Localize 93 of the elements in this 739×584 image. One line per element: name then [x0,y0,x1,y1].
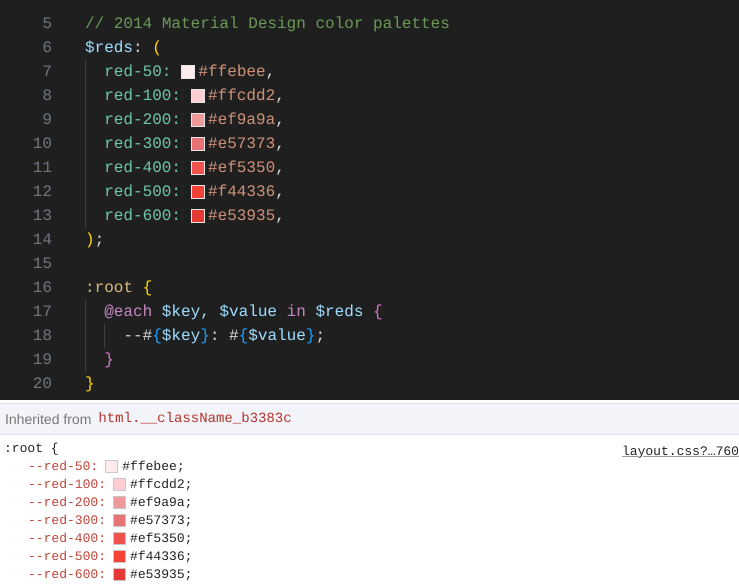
color-swatch[interactable] [113,568,126,580]
code-selector: :root [85,279,134,297]
property-name: --red-500: [28,548,106,564]
code-variable: $key [162,327,200,345]
property-value: #ef9a9a; [130,494,192,510]
code-keyword: in [286,303,306,321]
code-bracket: { [238,327,248,345]
color-swatch[interactable] [191,137,205,151]
property-name: --red-400: [28,530,106,546]
line-number: 17 [32,303,52,321]
code-bracket: { [372,303,383,321]
code-punctuation: , [275,111,285,129]
line-number: 14 [32,231,52,249]
line-number: 11 [32,159,52,177]
property-value: #ffcdd2; [130,476,192,492]
code-variable: $reds [314,303,364,321]
code-key: red-300: [104,135,181,153]
code-key: red-600: [104,207,181,225]
source-link[interactable]: layout.css?…760 [622,444,739,458]
code-bracket: } [306,327,316,345]
property-value: #e53935; [130,566,192,582]
code-bracket: ( [152,39,162,57]
inherited-selector[interactable]: html.__className_b3383c [98,411,292,427]
code-bracket: } [104,351,114,369]
code-comment: // 2014 Material Design color palettes [85,15,450,33]
color-swatch[interactable] [113,478,126,490]
code-value: #f44336 [208,183,276,201]
code-at-rule: @each [104,303,152,321]
line-number: 13 [32,207,52,225]
color-swatch[interactable] [191,89,205,103]
line-number: 6 [41,39,52,57]
code-punctuation: , [275,183,285,201]
color-swatch[interactable] [191,209,205,223]
inherited-label: Inherited from [5,411,92,427]
color-swatch[interactable] [113,514,126,526]
code-punctuation: , [275,207,285,225]
line-number: 9 [41,111,52,129]
code-punctuation: : [133,39,144,57]
color-swatch[interactable] [191,113,205,127]
line-number: 15 [32,255,52,273]
color-swatch[interactable] [113,532,126,544]
line-number: 10 [32,135,52,153]
code-bracket: { [142,279,152,297]
code-bracket: } [85,375,95,393]
color-swatch[interactable] [105,460,118,472]
code-variable: $key, $value [160,303,278,321]
code-punctuation: ; [315,327,326,345]
code-punctuation: , [275,135,285,153]
color-swatch[interactable] [181,65,196,79]
code-key: red-400: [104,159,181,177]
code-value: #ef9a9a [208,111,276,129]
code-variable: $value [248,327,306,345]
property-value: #e57373; [130,512,192,528]
code-key: red-500: [104,183,181,201]
code-key: red-200: [104,111,181,129]
rule-selector: :root { [4,440,59,456]
code-value: #ffebee [198,63,266,81]
code-value: #e53935 [208,207,276,225]
code-punctuation: ; [94,231,104,249]
property-value: #ef5350; [130,530,192,546]
line-number: 12 [32,183,52,201]
code-key: red-100: [104,87,181,105]
property-name: --red-50: [28,458,98,474]
code-punctuation: , [266,63,276,81]
code-bracket: } [200,327,210,345]
code-punctuation: , [275,87,285,105]
code-punctuation: --# [123,327,152,345]
property-value: #ffebee; [122,458,185,474]
line-number: 16 [32,279,52,297]
code-punctuation: : # [210,327,239,345]
property-value: #f44336; [130,548,192,564]
property-name: --red-100: [28,476,106,492]
code-punctuation: , [275,159,285,177]
code-bracket: ) [85,231,95,249]
color-swatch[interactable] [191,185,205,199]
property-name: --red-200: [28,494,106,510]
line-number: 18 [32,327,52,345]
line-number: 8 [41,87,52,105]
line-number: 7 [41,63,52,81]
line-number: 19 [32,351,52,369]
color-swatch[interactable] [113,496,126,508]
code-value: #e57373 [208,135,276,153]
property-name: --red-600: [28,566,106,582]
code-bracket: { [152,327,162,345]
code-key: red-50: [104,63,172,81]
code-value: #ffcdd2 [208,87,276,105]
line-number: 5 [41,15,52,33]
property-name: --red-300: [28,512,106,528]
color-swatch[interactable] [191,161,205,175]
line-number: 20 [32,375,52,393]
color-swatch[interactable] [113,550,126,562]
code-value: #ef5350 [208,159,276,177]
code-variable: $reds [85,39,134,57]
